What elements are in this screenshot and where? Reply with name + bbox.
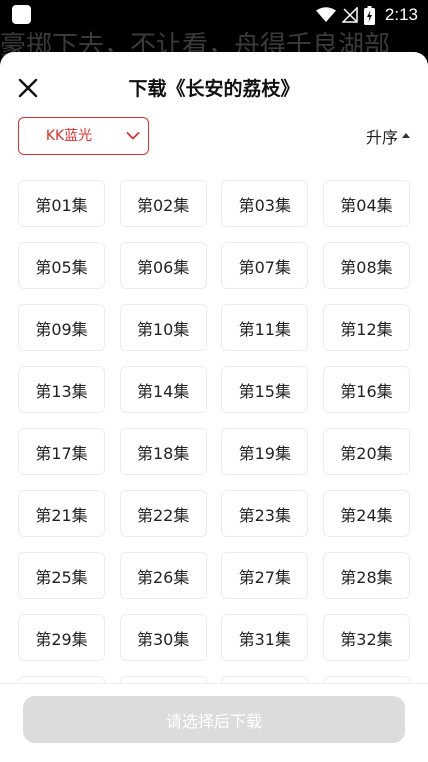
episode-item[interactable]: 第09集 <box>18 304 105 351</box>
episode-item[interactable]: 第04集 <box>322 180 410 227</box>
status-icons: 2:13 <box>315 4 418 26</box>
source-select[interactable]: KK蓝光 <box>18 117 149 155</box>
episode-item[interactable]: 第30集 <box>119 614 207 661</box>
episode-item[interactable]: 第05集 <box>18 242 105 289</box>
episode-item[interactable]: 第02集 <box>119 180 207 227</box>
episode-item[interactable]: 第24集 <box>322 490 410 537</box>
episode-grid: 第01集 第02集 第03集 第04集第05集 第06集 第07集 第08集第09集 第10集… <box>18 180 410 683</box>
episode-item[interactable] <box>322 676 410 683</box>
status-bar: 2:13 <box>0 0 428 30</box>
episode-item[interactable] <box>119 676 207 683</box>
episode-item[interactable]: 第32集 <box>322 614 410 661</box>
sort-toggle-button[interactable]: 升序 <box>366 125 410 147</box>
episode-item[interactable]: 第16集 <box>322 366 410 413</box>
episode-item[interactable]: 第14集 <box>119 366 207 413</box>
wifi-icon <box>315 7 336 22</box>
episode-item[interactable]: 第12集 <box>322 304 410 351</box>
episode-item[interactable] <box>18 676 105 683</box>
sort-up-icon <box>402 132 410 138</box>
episode-item[interactable]: 第17集 <box>18 428 105 475</box>
episode-item[interactable]: 第28集 <box>322 552 410 599</box>
sort-label: 升序 <box>365 128 398 147</box>
clock: 2:13 <box>384 5 418 24</box>
episode-item[interactable]: 第27集 <box>221 552 309 599</box>
episode-item[interactable]: 第21集 <box>18 490 105 537</box>
signal-icon <box>341 7 358 23</box>
episode-item[interactable] <box>221 676 309 683</box>
episode-item[interactable]: 第01集 <box>18 180 105 227</box>
episode-item[interactable]: 第10集 <box>119 304 207 351</box>
episode-item[interactable]: 第13集 <box>18 366 105 413</box>
episode-item[interactable]: 第31集 <box>221 614 309 661</box>
sheet-title: 下载《长安的荔枝》 <box>128 78 300 100</box>
battery-charging-icon <box>363 5 375 25</box>
episode-item[interactable]: 第26集 <box>119 552 207 599</box>
chevron-down-icon <box>126 132 140 140</box>
episode-item[interactable]: 第11集 <box>221 304 309 351</box>
episode-item[interactable]: 第18集 <box>119 428 207 475</box>
episode-list[interactable]: 第01集 第02集 第03集 第04集第05集 第06集 第07集 第08集第09集 第10集… <box>0 180 428 683</box>
episode-item[interactable]: 第23集 <box>221 490 309 537</box>
episode-item[interactable]: 第03集 <box>221 180 309 227</box>
sheet-footer: 请选择后下载 <box>0 683 428 762</box>
episode-item[interactable]: 第20集 <box>322 428 410 475</box>
episode-item[interactable]: 第06集 <box>119 242 207 289</box>
sheet-header: 下载《长安的荔枝》 <box>0 52 428 112</box>
episode-item[interactable]: 第07集 <box>221 242 309 289</box>
episode-item[interactable]: 第08集 <box>322 242 410 289</box>
episode-item[interactable]: 第15集 <box>221 366 309 413</box>
episode-item[interactable]: 第19集 <box>221 428 309 475</box>
source-selected-label: KK蓝光 <box>45 128 93 144</box>
download-sheet: 下载《长安的荔枝》 KK蓝光 升序 第01集 第02集 第03集 第04集 第05集 第0… <box>0 52 428 762</box>
app-notification-icon <box>12 5 31 24</box>
episode-item[interactable]: 第22集 <box>119 490 207 537</box>
download-button[interactable]: 请选择后下载 <box>23 696 405 743</box>
episode-item[interactable]: 第25集 <box>18 552 105 599</box>
episode-item[interactable]: 第29集 <box>18 614 105 661</box>
